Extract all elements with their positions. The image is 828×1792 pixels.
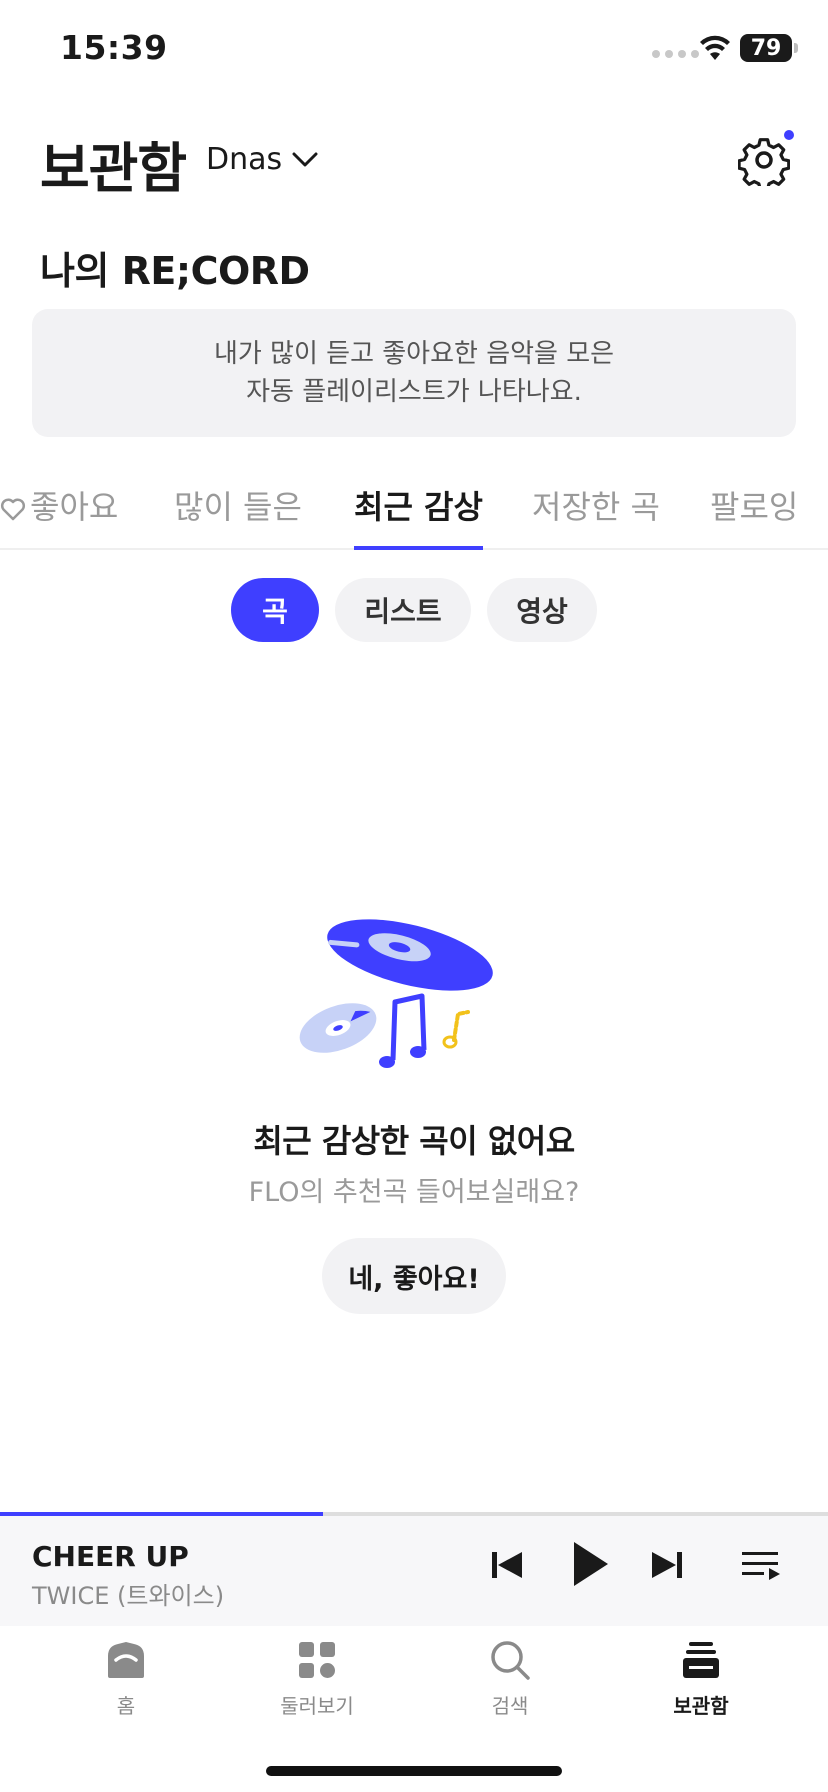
chevron-down-icon — [292, 152, 318, 166]
tab-likes[interactable]: 좋아요 — [0, 482, 118, 548]
profile-name: Dnas — [206, 142, 283, 177]
nav-search[interactable]: 검색 — [450, 1638, 570, 1719]
status-bar: 15:39 79 — [0, 0, 828, 100]
nav-home[interactable]: 홈 — [66, 1638, 186, 1719]
track-artist: TWICE (트와이스) — [32, 1582, 225, 1610]
nav-library[interactable]: 보관함 — [641, 1638, 761, 1719]
tab-label: 좋아요 — [30, 488, 119, 526]
library-tabs: 좋아요 많이 들은 최근 감상 저장한 곡 팔로잉 — [0, 470, 828, 550]
mini-player[interactable]: CHEER UP TWICE (트와이스) — [0, 1512, 828, 1626]
track-title: CHEER UP — [32, 1540, 189, 1573]
nav-label: 둘러보기 — [280, 1694, 354, 1718]
nav-browse[interactable]: 둘러보기 — [257, 1638, 377, 1719]
tab-most-played[interactable]: 많이 들은 — [174, 482, 302, 548]
home-icon — [108, 1642, 144, 1678]
settings-gear-icon[interactable] — [738, 134, 790, 186]
status-time: 15:39 — [60, 28, 168, 67]
profile-selector[interactable]: Dnas — [206, 142, 318, 177]
cellular-signal-icon — [652, 50, 699, 58]
record-desc-line-2: 자동 플레이리스트가 나타나요. — [246, 377, 582, 407]
tab-saved[interactable]: 저장한 곡 — [532, 482, 660, 548]
playback-progress-track[interactable] — [0, 1512, 828, 1516]
record-desc-line-1: 내가 많이 듣고 좋아요한 음악을 모은 — [213, 339, 615, 369]
empty-subtitle: FLO의 추천곡 들어보실래요? — [248, 1177, 580, 1208]
home-indicator — [266, 1766, 562, 1776]
play-icon[interactable] — [566, 1536, 614, 1592]
wifi-icon — [700, 35, 730, 60]
tab-recent[interactable]: 최근 감상 — [354, 482, 483, 550]
nav-label: 보관함 — [673, 1694, 729, 1718]
search-icon — [491, 1641, 530, 1680]
empty-title: 최근 감상한 곡이 없어요 — [253, 1122, 575, 1160]
record-info-box: 내가 많이 듣고 좋아요한 음악을 모은 자동 플레이리스트가 나타나요. — [32, 309, 796, 437]
chip-lists[interactable]: 리스트 — [335, 578, 471, 642]
empty-music-illustration — [299, 919, 493, 1068]
notification-dot — [784, 130, 794, 140]
previous-track-icon[interactable] — [488, 1542, 528, 1588]
recommend-yes-button[interactable]: 네, 좋아요! — [322, 1238, 506, 1314]
playback-progress-fill — [0, 1512, 323, 1516]
nav-label: 홈 — [116, 1694, 136, 1718]
battery-indicator: 79 — [740, 34, 798, 62]
chip-songs[interactable]: 곡 — [231, 578, 319, 642]
tab-following[interactable]: 팔로잉 — [710, 482, 798, 548]
browse-icon — [299, 1642, 335, 1678]
record-title: 나의 RE;CORD — [40, 249, 310, 293]
library-icon — [683, 1642, 719, 1678]
page-title: 보관함 — [40, 137, 187, 200]
playlist-icon[interactable] — [740, 1542, 782, 1588]
nav-label: 검색 — [491, 1694, 529, 1718]
next-track-icon[interactable] — [646, 1542, 686, 1588]
chip-videos[interactable]: 영상 — [487, 578, 597, 642]
heart-icon — [0, 498, 26, 521]
